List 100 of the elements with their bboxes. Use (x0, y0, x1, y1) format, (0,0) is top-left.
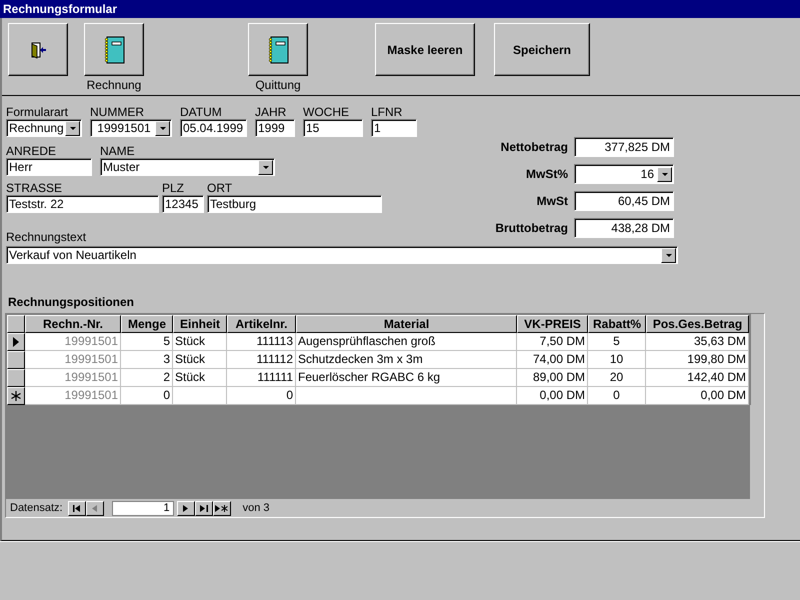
field-label: STRASSE (6, 181, 64, 195)
table-cell: 199,80 DM (646, 351, 749, 369)
toolbar-button[interactable]: Maske leeren (375, 23, 475, 76)
field-label: Formularart (6, 105, 70, 119)
table-cell: 3 (121, 351, 173, 369)
record-label: Datensatz: (10, 502, 63, 514)
table-cell: Stück (173, 333, 227, 351)
field-label: JAHR (255, 105, 288, 119)
table-cell: 19991501 (25, 369, 121, 387)
amount-field[interactable]: 377,825 DM (574, 137, 674, 157)
input-field[interactable]: 1 (371, 119, 417, 137)
input-field[interactable]: 05.04.1999 (180, 119, 247, 137)
amount-field[interactable]: 438,28 DM (574, 218, 674, 238)
first-record-button[interactable] (68, 500, 86, 516)
column-header[interactable]: Einheit (173, 315, 227, 333)
input-field[interactable]: 1999 (255, 119, 295, 137)
table-cell: Schutzdecken 3m x 3m (296, 351, 517, 369)
door-exit-icon (29, 40, 47, 58)
dropdown-field[interactable]: Muster (100, 158, 275, 176)
column-header[interactable]: Rabatt% (588, 315, 646, 333)
table-cell: 0 (121, 387, 173, 405)
new-record-icon (215, 504, 228, 512)
input-field[interactable]: Teststr. 22 (6, 195, 159, 213)
table-cell: 5 (588, 333, 646, 351)
record-number-field[interactable]: 1 (112, 500, 174, 516)
row-selector[interactable] (7, 387, 25, 405)
input-field[interactable]: Testburg (207, 195, 382, 213)
table-cell: 20 (588, 369, 646, 387)
table-cell: 19991501 (25, 333, 121, 351)
field-label: DATUM (180, 105, 223, 119)
notebook-button[interactable] (248, 23, 308, 76)
row-selector[interactable] (7, 351, 25, 369)
table-cell: 111113 (227, 333, 296, 351)
input-field[interactable]: 12345 (162, 195, 204, 213)
field-label: NAME (100, 144, 136, 158)
toolbar-button[interactable]: Speichern (494, 23, 590, 76)
next-record-icon (183, 504, 188, 512)
field-label: ORT (207, 181, 234, 195)
new-record-button[interactable] (212, 500, 231, 516)
amount-field[interactable]: 60,45 DM (574, 191, 674, 211)
table-cell (173, 387, 227, 405)
total-label: Nettobetrag (500, 140, 568, 154)
table-cell: Augensprühflaschen groß (296, 333, 517, 351)
record-count: von 3 (242, 502, 270, 514)
exit-button[interactable] (8, 23, 68, 76)
column-header[interactable]: VK-PREIS (517, 315, 588, 333)
total-label: MwSt% (526, 167, 568, 181)
next-record-button[interactable] (176, 500, 195, 516)
dropdown-field[interactable]: Verkauf von Neuartikeln (6, 246, 678, 264)
button-caption: Quittung (255, 78, 301, 92)
last-record-button[interactable] (194, 500, 213, 516)
column-header[interactable]: Menge (121, 315, 173, 333)
table-cell: 142,40 DM (646, 369, 749, 387)
table-cell: 19991501 (25, 387, 121, 405)
field-label: WOCHE (303, 105, 350, 119)
notebook-icon (103, 36, 125, 64)
field-label: PLZ (162, 181, 186, 195)
section-title: Rechnungspositionen (8, 295, 135, 309)
field-label: NUMMER (90, 105, 145, 119)
table-cell: 35,63 DM (646, 333, 749, 351)
table-cell: 0,00 DM (517, 387, 588, 405)
new-row-icon (11, 391, 21, 401)
column-header[interactable]: Pos.Ges.Betrag (646, 315, 749, 333)
column-header[interactable]: Rechn.-Nr. (25, 315, 121, 333)
table-cell: 74,00 DM (517, 351, 588, 369)
table-cell: 10 (588, 351, 646, 369)
window-title: Rechnungsformular (0, 0, 800, 18)
notebook-button[interactable] (84, 23, 144, 76)
first-record-icon (72, 504, 81, 512)
table-cell: 89,00 DM (517, 369, 588, 387)
row-selector[interactable] (7, 333, 25, 351)
table-cell: 2 (121, 369, 173, 387)
table-cell: 19991501 (25, 351, 121, 369)
dropdown-field[interactable]: Rechnung (6, 119, 82, 137)
table-cell: Stück (173, 351, 227, 369)
field-label: Rechnungstext (6, 230, 88, 244)
table-cell: 0,00 DM (646, 387, 749, 405)
total-label: MwSt (536, 194, 568, 208)
table-cell: 5 (121, 333, 173, 351)
table-cell: 7,50 DM (517, 333, 588, 351)
input-field[interactable]: 15 (303, 119, 363, 137)
table-cell: Stück (173, 369, 227, 387)
button-caption: Rechnung (86, 78, 142, 92)
current-row-icon (13, 337, 19, 347)
table-cell: 111112 (227, 351, 296, 369)
field-label: LFNR (371, 105, 404, 119)
column-header[interactable]: Artikelnr. (227, 315, 296, 333)
dropdown-field[interactable]: 16 (574, 164, 674, 184)
notebook-icon (267, 36, 289, 64)
field-label: ANREDE (6, 144, 58, 158)
previous-record-icon (92, 504, 98, 512)
table-cell: 0 (588, 387, 646, 405)
row-selector[interactable] (7, 369, 25, 387)
column-header[interactable]: Material (296, 315, 517, 333)
input-field[interactable]: Herr (6, 158, 92, 176)
table-cell: 0 (227, 387, 296, 405)
dropdown-field[interactable]: 19991501 (90, 119, 172, 137)
total-label: Bruttobetrag (495, 221, 568, 235)
previous-record-button[interactable] (86, 500, 104, 516)
last-record-icon (200, 504, 208, 512)
